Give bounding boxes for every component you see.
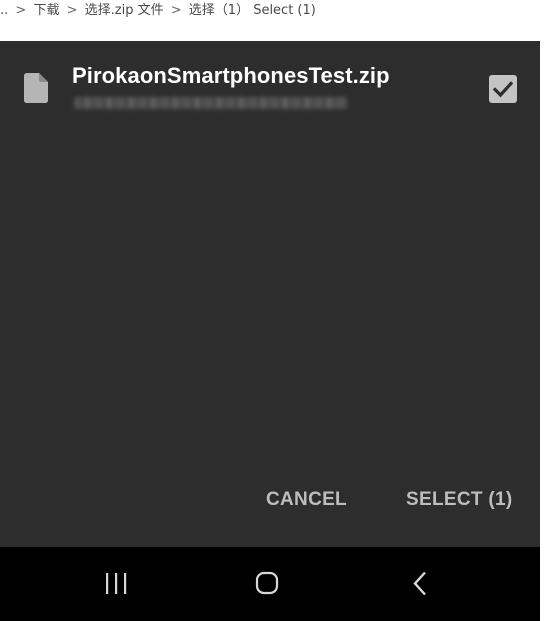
right-margin	[540, 41, 553, 621]
cancel-button[interactable]: CANCEL	[266, 481, 347, 519]
file-picker-dialog: PirokaonSmartphonesTest.zip CANCEL SELEC…	[0, 41, 540, 547]
android-navigation-bar	[0, 547, 540, 621]
home-icon[interactable]	[247, 571, 287, 599]
breadcrumb-item-current: 选择（1） Select (1)	[188, 3, 316, 18]
file-icon	[24, 73, 48, 103]
select-button[interactable]: SELECT (1)	[406, 481, 512, 519]
page: .. > 下载 > 选择.zip 文件 > 选择（1） Select (1) P…	[0, 0, 553, 621]
breadcrumb-item-downloads[interactable]: 下载	[33, 3, 59, 18]
back-icon[interactable]	[400, 571, 440, 599]
file-select-checkbox[interactable]	[489, 75, 517, 103]
breadcrumb-separator: >	[170, 3, 182, 18]
breadcrumb-item-parent[interactable]: ..	[0, 3, 8, 18]
breadcrumb-item-select-zip[interactable]: 选择.zip 文件	[85, 3, 164, 18]
dialog-actions: CANCEL SELECT (1)	[0, 481, 540, 521]
breadcrumb-separator: >	[15, 3, 27, 18]
breadcrumb: .. > 下载 > 选择.zip 文件 > 选择（1） Select (1)	[0, 0, 553, 24]
recents-icon[interactable]	[97, 571, 137, 599]
file-details-redacted	[74, 97, 348, 109]
breadcrumb-separator: >	[66, 3, 78, 18]
file-list-item[interactable]: PirokaonSmartphonesTest.zip	[0, 41, 540, 121]
file-name: PirokaonSmartphonesTest.zip	[72, 63, 390, 88]
check-icon	[492, 81, 514, 98]
